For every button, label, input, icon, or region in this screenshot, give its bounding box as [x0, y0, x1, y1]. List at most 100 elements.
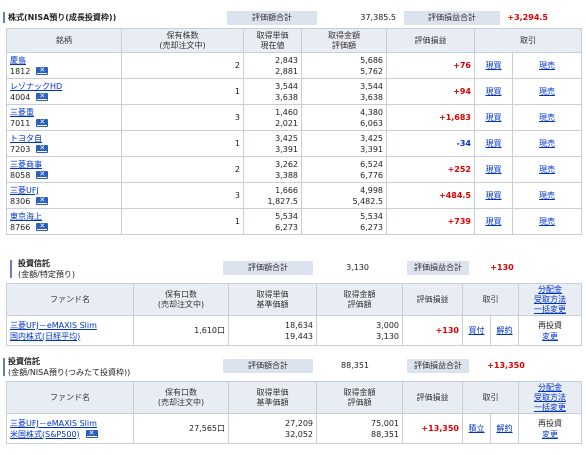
fund2-eval-total-label: 評価額合計	[223, 359, 313, 373]
col-header-fund: ファンド名	[6, 283, 134, 316]
section-marker	[3, 12, 5, 23]
fund-sell-link[interactable]: 解約	[497, 424, 513, 433]
fund2-table: ファンド名 保有口数 (売却注文中) 取得単価 基準価額 取得金額 評価額 評価…	[6, 381, 582, 444]
stock-code: 8058	[10, 170, 31, 180]
col-header-distribution[interactable]: 分配金 受取方法 一括変更	[518, 381, 582, 414]
fund2-pl-total-label: 評価損益合計	[407, 359, 469, 373]
table-row: トヨタ自720313,4253,3913,4253,391-34現買現売	[6, 130, 582, 157]
stock-buy-link[interactable]: 現買	[486, 61, 502, 70]
fund-name-cell[interactable]: 三菱UFJ－eMAXIS Slim 国内株式(日経平均)	[6, 315, 134, 346]
col-header-units: 保有口数 (売却注文中)	[133, 381, 229, 414]
fund-name-link-2[interactable]: 米国株式(S&P500)	[10, 430, 80, 439]
stock-sell-link[interactable]: 現売	[539, 191, 555, 200]
mail-icon[interactable]	[36, 65, 49, 75]
stock-qty: 3	[121, 104, 244, 131]
stock-buy-link[interactable]: 現買	[486, 87, 502, 96]
col-header-distribution[interactable]: 分配金 受取方法 一括変更	[518, 283, 582, 316]
stock-qty: 1	[121, 208, 244, 235]
stock-cost-price: 3,544 3,638	[243, 78, 302, 105]
stock-cost-price: 1,666 1,827.5	[243, 182, 302, 209]
col-header-amount: 取得金額 評価額	[316, 381, 403, 414]
stock-pl: +739	[386, 208, 475, 235]
stock-pl: +252	[386, 156, 475, 183]
col-header-qty: 保有株数 (売却注文中)	[121, 28, 244, 53]
mail-icon[interactable]	[36, 221, 49, 231]
fund1-pl-total: +130	[490, 263, 514, 272]
col-header-trade: 取引	[474, 28, 582, 53]
stock-amount: 3,425 3,391	[301, 130, 387, 157]
col-header-cost-nav: 取得単価 基準価額	[228, 283, 317, 316]
col-header-fund: ファンド名	[6, 381, 134, 414]
stock-code: 1812	[10, 66, 31, 76]
fund-name-cell[interactable]: 三菱UFJ－eMAXIS Slim 米国株式(S&P500)	[6, 413, 134, 444]
stock-buy-link[interactable]: 現買	[486, 139, 502, 148]
stock-code: 4004	[10, 92, 31, 102]
col-header-trade: 取引	[462, 283, 519, 316]
distribution-change-link[interactable]: 変更	[542, 332, 558, 341]
stock-sell-link[interactable]: 現売	[539, 139, 555, 148]
stock-code: 8306	[10, 196, 31, 206]
stock-name-cell: 三菱UFJ 8306	[6, 182, 122, 209]
stock-code: 7011	[10, 118, 31, 128]
fund-name-link-2[interactable]: 国内株式(日経平均)	[10, 332, 80, 341]
table-row: 慶島181222,8432,8815,6865,762+76現買現売	[6, 52, 582, 79]
mail-icon[interactable]	[36, 195, 49, 205]
stock-cost-price: 3,425 3,391	[243, 130, 302, 157]
stock-name-cell: トヨタ自 7203	[6, 130, 122, 157]
stock-name-link[interactable]: トヨタ自	[10, 134, 42, 143]
stock-cost-price: 5,534 6,273	[243, 208, 302, 235]
stock-name-link[interactable]: 慶島	[10, 56, 26, 65]
stock-name-link[interactable]: 東京海上	[10, 212, 42, 221]
stock-buy-link[interactable]: 現買	[486, 165, 502, 174]
table-row: レゾナックHD400413,5443,6383,5443,638+94現買現売	[6, 78, 582, 105]
stock-cost-price: 3,262 3,388	[243, 156, 302, 183]
stock-qty: 1	[121, 78, 244, 105]
mail-icon[interactable]	[36, 169, 49, 179]
fund-amount: 3,000 3,130	[316, 315, 403, 346]
stock-sell-link[interactable]: 現売	[539, 61, 555, 70]
stock-amount: 4,998 5,482.5	[301, 182, 387, 209]
section-marker	[3, 358, 5, 376]
fund-pl: +13,350	[402, 413, 463, 444]
stock-name-link[interactable]: 三菱重	[10, 108, 34, 117]
distribution-method: 再投資	[538, 320, 562, 330]
stock-buy-link[interactable]: 現買	[486, 217, 502, 226]
fund-amount: 75,001 88,351	[316, 413, 403, 444]
col-header-pl: 評価損益	[386, 28, 475, 53]
fund-buy-link[interactable]: 買付	[469, 326, 485, 335]
stock-pl: -34	[386, 130, 475, 157]
distribution-method: 再投資	[538, 418, 562, 428]
stock-qty: 3	[121, 182, 244, 209]
stock-name-link[interactable]: レゾナックHD	[10, 82, 62, 91]
fund1-eval-total: 3,130	[346, 263, 369, 272]
fund-cost-nav: 18,634 19,443	[228, 315, 317, 346]
fund2-pl-total: +13,350	[487, 361, 525, 370]
stock-amount: 6,524 6,776	[301, 156, 387, 183]
fund-reserve-link[interactable]: 積立	[469, 424, 485, 433]
fund-cost-nav: 27,209 32,052	[228, 413, 317, 444]
fund1-table: ファンド名 保有口数 (売却注文中) 取得単価 基準価額 取得金額 評価額 評価…	[6, 283, 582, 346]
fund-name-link[interactable]: 三菱UFJ－eMAXIS Slim	[10, 321, 97, 330]
mail-icon[interactable]	[85, 428, 98, 438]
mail-icon[interactable]	[36, 143, 49, 153]
table-row: 三菱UFJ－eMAXIS Slim 国内株式(日経平均) 1,610口 18,6…	[6, 315, 582, 346]
section-marker	[10, 260, 12, 278]
stock-name-cell: 三菱重 7011	[6, 104, 122, 131]
mail-icon[interactable]	[36, 117, 49, 127]
fund-sell-link[interactable]: 解約	[497, 326, 513, 335]
stock-name-cell: 慶島 1812	[6, 52, 122, 79]
stock-name-link[interactable]: 三菱UFJ	[10, 186, 39, 195]
stock-amount: 4,380 6,063	[301, 104, 387, 131]
fund-name-link[interactable]: 三菱UFJ－eMAXIS Slim	[10, 419, 97, 428]
stock-sell-link[interactable]: 現売	[539, 113, 555, 122]
stock-sell-link[interactable]: 現売	[539, 165, 555, 174]
stock-sell-link[interactable]: 現売	[539, 87, 555, 96]
distribution-change-link[interactable]: 変更	[542, 430, 558, 439]
stocks-table: 銘柄 保有株数 (売却注文中) 取得単価 現在値 取得金額 評価額 評価損益 取…	[6, 28, 582, 235]
stock-sell-link[interactable]: 現売	[539, 217, 555, 226]
stock-name-link[interactable]: 三菱商事	[10, 160, 42, 169]
stock-buy-link[interactable]: 現買	[486, 191, 502, 200]
mail-icon[interactable]	[36, 91, 49, 101]
stock-buy-link[interactable]: 現買	[486, 113, 502, 122]
stock-amount: 5,686 5,762	[301, 52, 387, 79]
